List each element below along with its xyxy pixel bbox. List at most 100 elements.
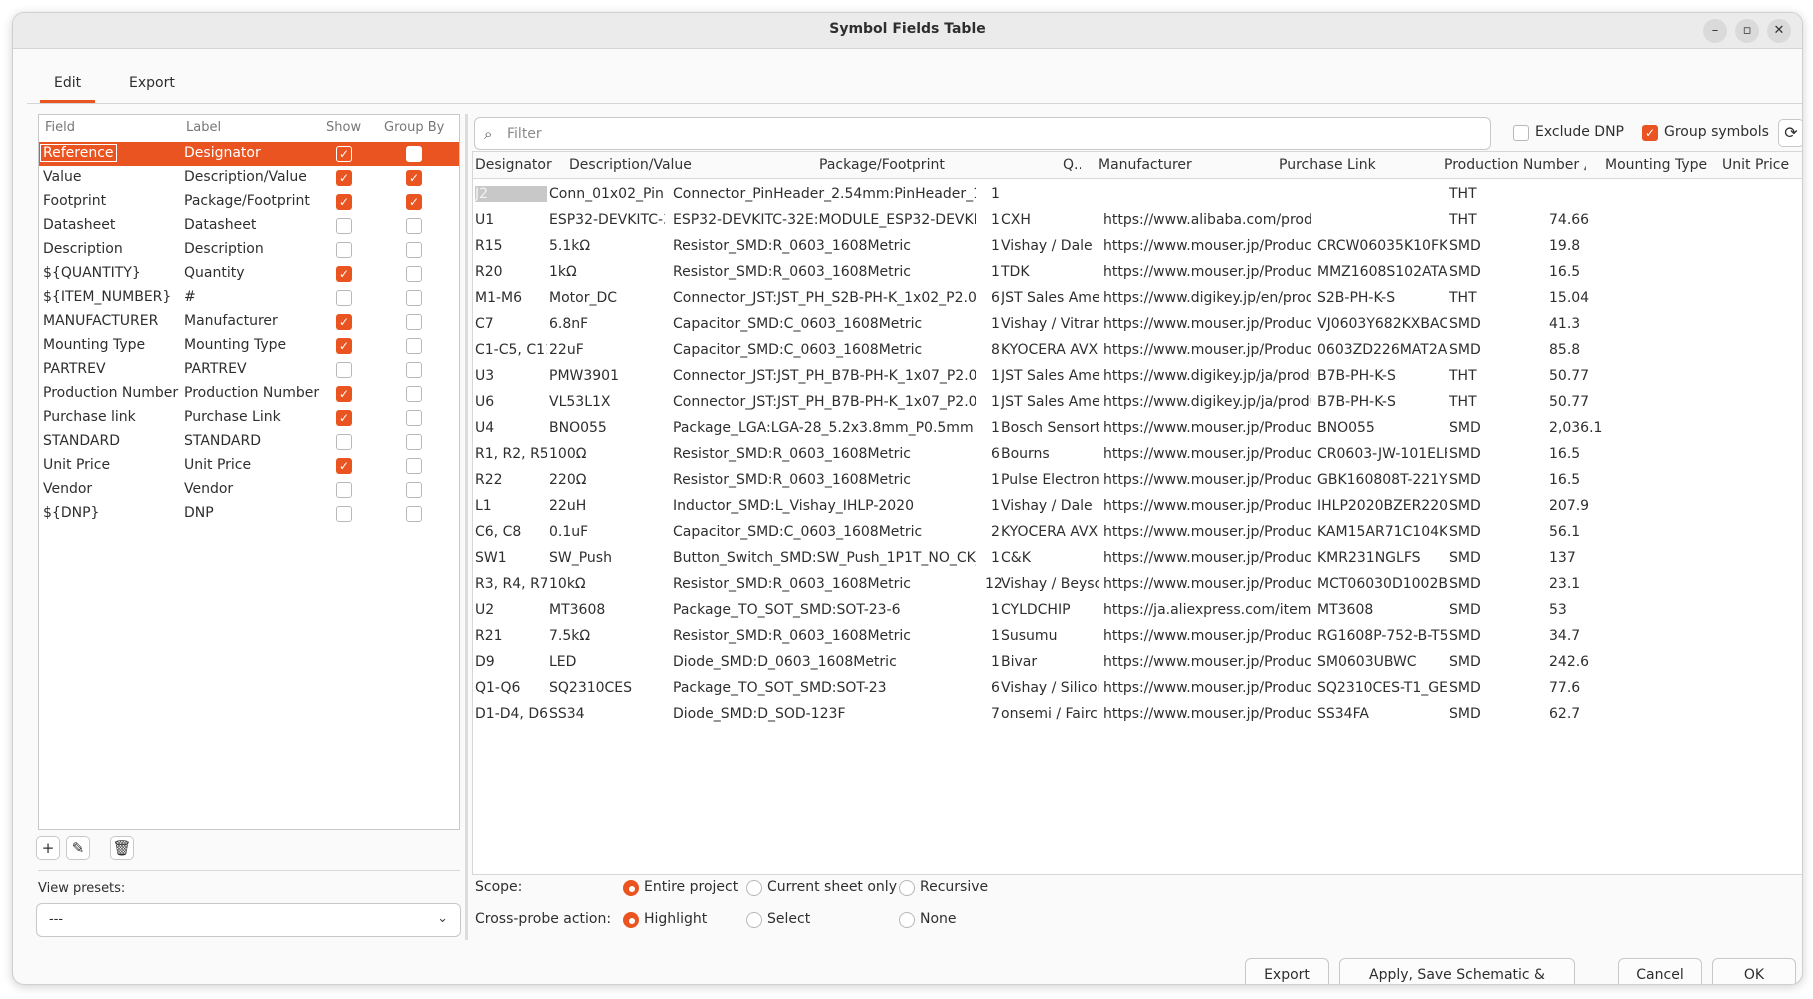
description-cell[interactable]: VL53L1X xyxy=(549,394,665,410)
field-label[interactable]: DNP xyxy=(184,505,214,521)
mounting-type-cell[interactable]: SMD xyxy=(1449,316,1509,332)
purchase-link-cell[interactable]: https://www.mouser.jp/ProductDetail xyxy=(1103,524,1311,540)
production-number-cell[interactable]: GBK160808T-221Y-N xyxy=(1317,472,1447,488)
manufacturer-cell[interactable]: TDK xyxy=(1001,264,1099,280)
field-row[interactable]: Description Description xyxy=(39,238,459,262)
field-label[interactable]: Description xyxy=(184,241,264,257)
production-number-cell[interactable]: BNO055 xyxy=(1317,420,1447,436)
unit-price-cell[interactable]: 2,036.1 xyxy=(1549,420,1629,436)
apply-save-continue-button[interactable]: Apply, Save Schematic & Continue xyxy=(1339,958,1575,984)
field-row[interactable]: Production Number Production Number ✓ xyxy=(39,382,459,406)
purchase-link-cell[interactable]: https://www.mouser.jp/ProductDetail xyxy=(1103,472,1311,488)
unit-price-cell[interactable]: 207.9 xyxy=(1549,498,1629,514)
manufacturer-cell[interactable]: JST Sales America xyxy=(1001,368,1099,384)
groupby-checkbox[interactable] xyxy=(406,410,422,426)
manufacturer-cell[interactable]: Susumu xyxy=(1001,628,1099,644)
field-row[interactable]: Purchase link Purchase Link ✓ xyxy=(39,406,459,430)
unit-price-cell[interactable]: 62.7 xyxy=(1549,706,1629,722)
purchase-link-cell[interactable]: https://www.mouser.jp/ProductDetail xyxy=(1103,498,1311,514)
groupby-checkbox[interactable] xyxy=(406,434,422,450)
maximize-icon[interactable]: ▫ xyxy=(1735,19,1759,43)
production-number-cell[interactable]: VJ0603Y682KXBAC31X xyxy=(1317,316,1447,332)
field-row[interactable]: ${ITEM_NUMBER} # xyxy=(39,286,459,310)
package-cell[interactable]: Resistor_SMD:R_0603_1608Metric xyxy=(673,264,976,280)
production-number-cell[interactable]: CR0603-JW-101ELF xyxy=(1317,446,1447,462)
unit-price-cell[interactable]: 16.5 xyxy=(1549,446,1629,462)
description-cell[interactable]: Motor_DC xyxy=(549,290,665,306)
field-name[interactable]: Value xyxy=(43,169,81,185)
quantity-cell[interactable]: 1 xyxy=(991,186,1009,202)
manufacturer-cell[interactable]: Pulse Electronics xyxy=(1001,472,1099,488)
unit-price-cell[interactable]: 85.8 xyxy=(1549,342,1629,358)
field-name[interactable]: STANDARD xyxy=(43,433,120,449)
mounting-type-cell[interactable]: SMD xyxy=(1449,446,1509,462)
field-row[interactable]: Value Description/Value ✓ ✓ xyxy=(39,166,459,190)
unit-price-cell[interactable]: 50.77 xyxy=(1549,394,1629,410)
exclude-dnp-box[interactable] xyxy=(1513,125,1529,141)
purchase-link-cell[interactable]: https://www.mouser.jp/ProductDetail xyxy=(1103,342,1311,358)
show-checkbox[interactable]: ✓ xyxy=(336,146,352,162)
mounting-type-cell[interactable]: THT xyxy=(1449,394,1509,410)
field-row[interactable]: ${DNP} DNP xyxy=(39,502,459,526)
crossprobe-option-label[interactable]: Highlight xyxy=(644,911,707,927)
splitter[interactable] xyxy=(465,114,468,940)
field-label[interactable]: Unit Price xyxy=(184,457,251,473)
groupby-checkbox[interactable] xyxy=(406,290,422,306)
unit-price-cell[interactable]: 16.5 xyxy=(1549,472,1629,488)
package-cell[interactable]: Resistor_SMD:R_0603_1608Metric xyxy=(673,628,976,644)
mounting-type-cell[interactable]: SMD xyxy=(1449,472,1509,488)
mounting-type-cell[interactable]: THT xyxy=(1449,290,1509,306)
unit-price-cell[interactable]: 15.04 xyxy=(1549,290,1629,306)
field-label[interactable]: Description/Value xyxy=(184,169,307,185)
exclude-dnp-label[interactable]: Exclude DNP xyxy=(1535,124,1624,140)
production-number-cell[interactable]: SQ2310CES-T1_GE3 xyxy=(1317,680,1447,696)
export-button[interactable]: Export xyxy=(1245,958,1329,984)
designator-cell[interactable]: R3, R4, R7-R16 xyxy=(475,576,547,592)
crossprobe-option-label[interactable]: Select xyxy=(767,911,810,927)
manufacturer-cell[interactable]: KYOCERA AVX xyxy=(1001,342,1099,358)
field-row[interactable]: ${QUANTITY} Quantity ✓ xyxy=(39,262,459,286)
description-cell[interactable]: SW_Push xyxy=(549,550,665,566)
purchase-link-cell[interactable]: https://www.mouser.jp/ProductDetail xyxy=(1103,446,1311,462)
unit-price-cell[interactable]: 19.8 xyxy=(1549,238,1629,254)
groupby-checkbox[interactable] xyxy=(406,242,422,258)
mounting-type-cell[interactable]: SMD xyxy=(1449,628,1509,644)
package-cell[interactable]: Connector_PinHeader_2.54mm:PinHeader_1x0… xyxy=(673,186,976,202)
designator-cell[interactable]: J2 xyxy=(475,186,547,202)
field-row[interactable]: Datasheet Datasheet xyxy=(39,214,459,238)
description-cell[interactable]: 1kΩ xyxy=(549,264,665,280)
show-checkbox[interactable] xyxy=(336,482,352,498)
manufacturer-header[interactable]: Manufacturer xyxy=(1098,157,1208,173)
purchase-link-cell[interactable]: https://www.digikey.jp/ja/products/ xyxy=(1103,368,1311,384)
designator-cell[interactable]: R1, R2, R5, R6 xyxy=(475,446,547,462)
show-checkbox[interactable]: ✓ xyxy=(336,458,352,474)
designator-cell[interactable]: L1 xyxy=(475,498,547,514)
package-header[interactable]: Package/Footprint xyxy=(819,157,1019,173)
package-cell[interactable]: Capacitor_SMD:C_0603_1608Metric xyxy=(673,524,976,540)
quantity-header[interactable]: Q... xyxy=(1063,157,1081,173)
description-cell[interactable]: MT3608 xyxy=(549,602,665,618)
mounting-type-cell[interactable]: SMD xyxy=(1449,524,1509,540)
production-number-cell[interactable]: KAM15AR71C104KM xyxy=(1317,524,1447,540)
show-checkbox[interactable] xyxy=(336,362,352,378)
production-number-cell[interactable]: MT3608 xyxy=(1317,602,1447,618)
field-name[interactable]: Reference xyxy=(40,144,117,162)
description-cell[interactable]: 10kΩ xyxy=(549,576,665,592)
designator-cell[interactable]: M1-M6 xyxy=(475,290,547,306)
purchase-link-cell[interactable]: https://www.mouser.jp/ProductDetail xyxy=(1103,576,1311,592)
show-checkbox[interactable] xyxy=(336,506,352,522)
manufacturer-cell[interactable]: Vishay / Dale xyxy=(1001,238,1099,254)
package-cell[interactable]: Connector_JST:JST_PH_B7B-PH-K_1x07_P2.00… xyxy=(673,368,976,384)
groupby-checkbox[interactable]: ✓ xyxy=(406,194,422,210)
unit-price-header[interactable]: Unit Price xyxy=(1722,157,1802,173)
radio-button[interactable] xyxy=(746,880,762,896)
package-cell[interactable]: Resistor_SMD:R_0603_1608Metric xyxy=(673,576,976,592)
package-cell[interactable]: Resistor_SMD:R_0603_1608Metric xyxy=(673,446,976,462)
manufacturer-cell[interactable]: Vishay / Vitramon xyxy=(1001,316,1099,332)
field-label[interactable]: Designator xyxy=(184,145,261,161)
designator-cell[interactable]: Q1-Q6 xyxy=(475,680,547,696)
groupby-checkbox[interactable] xyxy=(406,338,422,354)
description-cell[interactable]: 100Ω xyxy=(549,446,665,462)
field-name[interactable]: Production Number xyxy=(43,385,178,401)
radio-button[interactable] xyxy=(623,912,639,928)
